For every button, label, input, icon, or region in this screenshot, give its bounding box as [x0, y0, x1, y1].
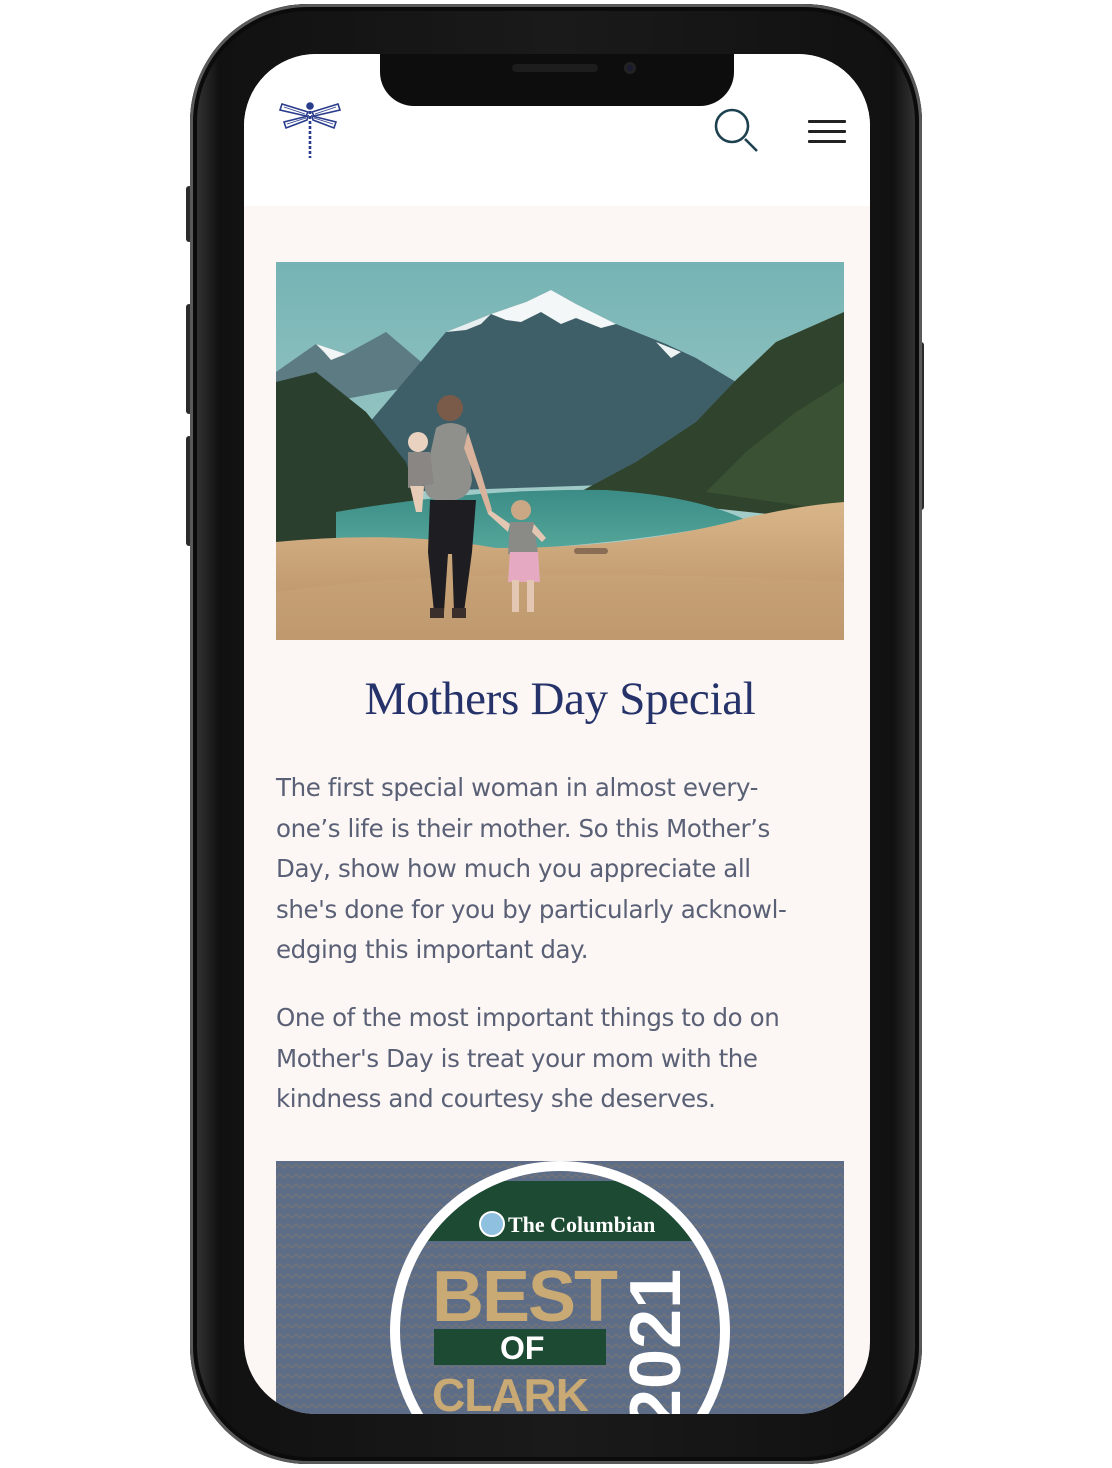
award-region: CLARK — [432, 1369, 589, 1414]
award-of: OF — [500, 1330, 544, 1366]
paragraph-line: Mother's Day is treat your mom with the — [276, 1043, 758, 1073]
menu-line — [808, 140, 846, 143]
article-paragraph-2: One of the most important things to do o… — [276, 998, 848, 1120]
award-best: BEST — [432, 1257, 618, 1337]
phone-screen: Mothers Day Special The first special wo… — [244, 54, 870, 1414]
search-icon[interactable] — [712, 106, 764, 158]
hero-image — [276, 262, 844, 640]
menu-line — [808, 130, 846, 133]
speaker-grille — [512, 64, 598, 72]
paragraph-line: kindness and courtesy she deserves. — [276, 1084, 716, 1113]
paragraph-line: The first special woman in almost every- — [276, 773, 759, 802]
paragraph-line: she's done for you by particularly ackno… — [276, 894, 787, 924]
paragraph-line: Day, show how much you appreciate all — [276, 854, 751, 883]
front-camera — [624, 62, 636, 74]
hamburger-menu-icon[interactable] — [808, 120, 846, 148]
menu-line — [808, 120, 846, 123]
publisher-name: The Columbian — [508, 1212, 655, 1237]
paragraph-line: edging this important day. — [276, 935, 589, 964]
article-paragraph-1: The first special woman in almost every-… — [276, 768, 848, 971]
article-content: Mothers Day Special The first special wo… — [244, 206, 870, 1414]
paragraph-line: one’s life is their mother. So this Moth… — [276, 813, 770, 843]
phone-notch — [380, 54, 734, 106]
award-year: 2021 — [616, 1269, 696, 1414]
best-of-clark-award-badge: The Columbian BEST OF CLARK 2021 — [276, 1161, 844, 1414]
article-title: Mothers Day Special — [364, 673, 756, 725]
paragraph-line: One of the most important things to do o… — [276, 1003, 780, 1032]
dragonfly-icon[interactable] — [278, 100, 342, 160]
